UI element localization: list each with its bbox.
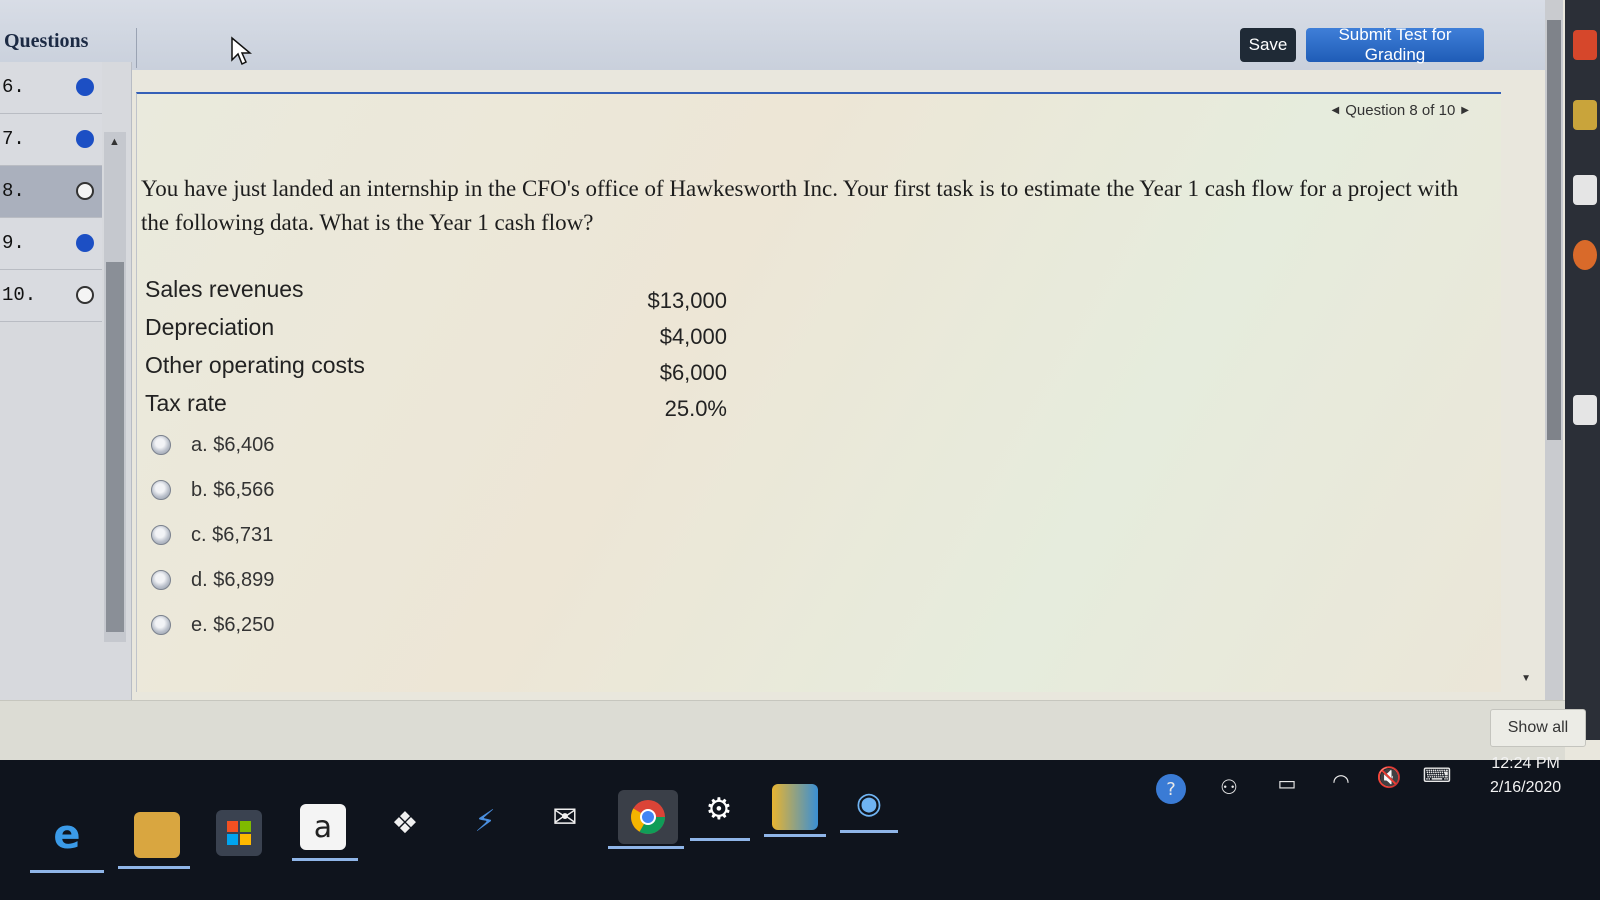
- edge-icon[interactable]: e: [44, 812, 90, 858]
- books-icon[interactable]: [772, 784, 818, 830]
- question-text: You have just landed an internship in th…: [141, 176, 1459, 235]
- store-icon[interactable]: [216, 810, 262, 856]
- radio-button[interactable]: [151, 480, 171, 500]
- choice-label: e. $6,250: [191, 613, 275, 636]
- question-item-8[interactable]: 8.: [0, 166, 102, 218]
- data-value: 25.0%: [664, 396, 727, 421]
- extension-icon[interactable]: [1573, 100, 1597, 130]
- question-item-7[interactable]: 7.: [0, 114, 102, 166]
- battery-icon[interactable]: ▭: [1272, 768, 1302, 798]
- volume-muted-icon[interactable]: 🔇: [1374, 762, 1404, 792]
- people-icon[interactable]: ⚇: [1214, 772, 1244, 802]
- scrollbar-thumb[interactable]: [106, 262, 124, 632]
- question-number: 9.: [2, 232, 25, 254]
- store-grid-icon: [227, 821, 251, 845]
- previous-question-arrow-icon[interactable]: ◀: [1332, 105, 1340, 116]
- header-divider: [136, 28, 137, 68]
- answered-dot-icon: [76, 130, 94, 148]
- help-icon[interactable]: ?: [1156, 774, 1186, 804]
- extension-icon[interactable]: [1573, 240, 1597, 270]
- choice-label: c. $6,731: [191, 523, 274, 546]
- question-item-10[interactable]: 10.: [0, 270, 102, 322]
- answer-choice-c[interactable]: c. $6,731: [151, 522, 273, 548]
- answer-choice-d[interactable]: d. $6,899: [151, 567, 274, 593]
- active-app-indicator: [118, 866, 190, 869]
- choice-label: b. $6,566: [191, 478, 275, 501]
- data-value: $4,000: [659, 324, 727, 349]
- active-app-indicator: [690, 838, 750, 841]
- choice-label: a. $6,406: [191, 433, 275, 456]
- question-panel: ◀ Question 8 of 10 ▶ You have just lande…: [136, 92, 1531, 692]
- submit-test-button[interactable]: Submit Test for Grading: [1306, 25, 1484, 64]
- question-number: 7.: [2, 128, 25, 150]
- file-explorer-icon[interactable]: [134, 812, 180, 858]
- unanswered-circle-icon: [76, 182, 94, 200]
- questions-panel-title: Questions: [4, 30, 89, 52]
- radio-button[interactable]: [151, 570, 171, 590]
- amazon-icon[interactable]: a: [300, 804, 346, 850]
- show-all-button[interactable]: Show all: [1490, 709, 1586, 747]
- active-app-indicator: [764, 834, 826, 837]
- settings-icon[interactable]: ⚙: [696, 786, 742, 832]
- data-value: $6,000: [659, 360, 727, 385]
- answer-choice-a[interactable]: a. $6,406: [151, 432, 274, 458]
- page-footer: Show all: [0, 700, 1586, 760]
- page-scrollbar-thumb[interactable]: [1547, 20, 1561, 440]
- data-label: Depreciation: [145, 314, 275, 340]
- question-list-scrollbar[interactable]: ▲: [104, 132, 126, 642]
- radio-button[interactable]: [151, 435, 171, 455]
- answered-dot-icon: [76, 78, 94, 96]
- unanswered-circle-icon: [76, 286, 94, 304]
- data-label: Tax rate: [145, 390, 227, 416]
- scroll-down-arrow-icon[interactable]: ▼: [1521, 673, 1531, 684]
- next-question-arrow-icon[interactable]: ▶: [1461, 105, 1469, 116]
- browser-side-strip: [1565, 0, 1600, 740]
- clock-date: 2/16/2020: [1490, 779, 1562, 796]
- wifi-icon[interactable]: ◠: [1326, 766, 1356, 796]
- chrome-icon[interactable]: [618, 790, 678, 844]
- extension-icon[interactable]: [1573, 395, 1597, 425]
- lightning-app-icon[interactable]: ⚡: [462, 798, 508, 844]
- active-app-indicator: [608, 846, 684, 849]
- active-app-indicator: [30, 870, 104, 873]
- answer-choice-b[interactable]: b. $6,566: [151, 477, 274, 503]
- radio-button[interactable]: [151, 615, 171, 635]
- question-item-9[interactable]: 9.: [0, 218, 102, 270]
- rss-icon[interactable]: [1573, 30, 1597, 60]
- answered-dot-icon: [76, 234, 94, 252]
- chrome-logo-icon: [631, 800, 665, 834]
- radio-button[interactable]: [151, 525, 171, 545]
- data-label: Other operating costs: [145, 352, 365, 378]
- system-clock[interactable]: 12:24 PM 2/16/2020: [1490, 752, 1561, 800]
- windows-taskbar: e a ❖ ⚡ ✉ ⚙ ◉ ? ⚇ ▭ ◠ 🔇 ⌨ 12:24 PM 2/16/…: [0, 755, 1600, 900]
- page-scrollbar[interactable]: [1545, 0, 1563, 740]
- active-app-indicator: [292, 858, 358, 861]
- mail-icon[interactable]: ✉: [542, 794, 588, 840]
- data-label: Sales revenues: [145, 276, 304, 302]
- question-item-6[interactable]: 6.: [0, 62, 102, 114]
- dropbox-icon[interactable]: ❖: [382, 800, 428, 846]
- active-app-indicator: [840, 830, 898, 833]
- question-position-label: Question 8 of 10: [1345, 102, 1456, 119]
- keyboard-icon[interactable]: ⌨: [1422, 760, 1452, 790]
- choice-label: d. $6,899: [191, 568, 275, 591]
- data-value: $13,000: [647, 288, 727, 313]
- save-button[interactable]: Save: [1240, 28, 1296, 62]
- circle-app-icon[interactable]: ◉: [846, 780, 892, 826]
- answer-choice-e[interactable]: e. $6,250: [151, 612, 274, 638]
- clock-time: 12:24 PM: [1491, 755, 1560, 772]
- question-navigator: ◀ Question 8 of 10 ▶: [1332, 102, 1469, 119]
- question-number: 10.: [2, 284, 37, 306]
- question-number: 6.: [2, 76, 25, 98]
- extension-icon[interactable]: [1573, 175, 1597, 205]
- question-number: 8.: [2, 180, 25, 202]
- mouse-cursor-icon: [231, 36, 252, 66]
- scroll-up-arrow-icon[interactable]: ▲: [109, 136, 120, 148]
- question-list: 6. 7. 8. 9. 10. ▲: [0, 62, 132, 740]
